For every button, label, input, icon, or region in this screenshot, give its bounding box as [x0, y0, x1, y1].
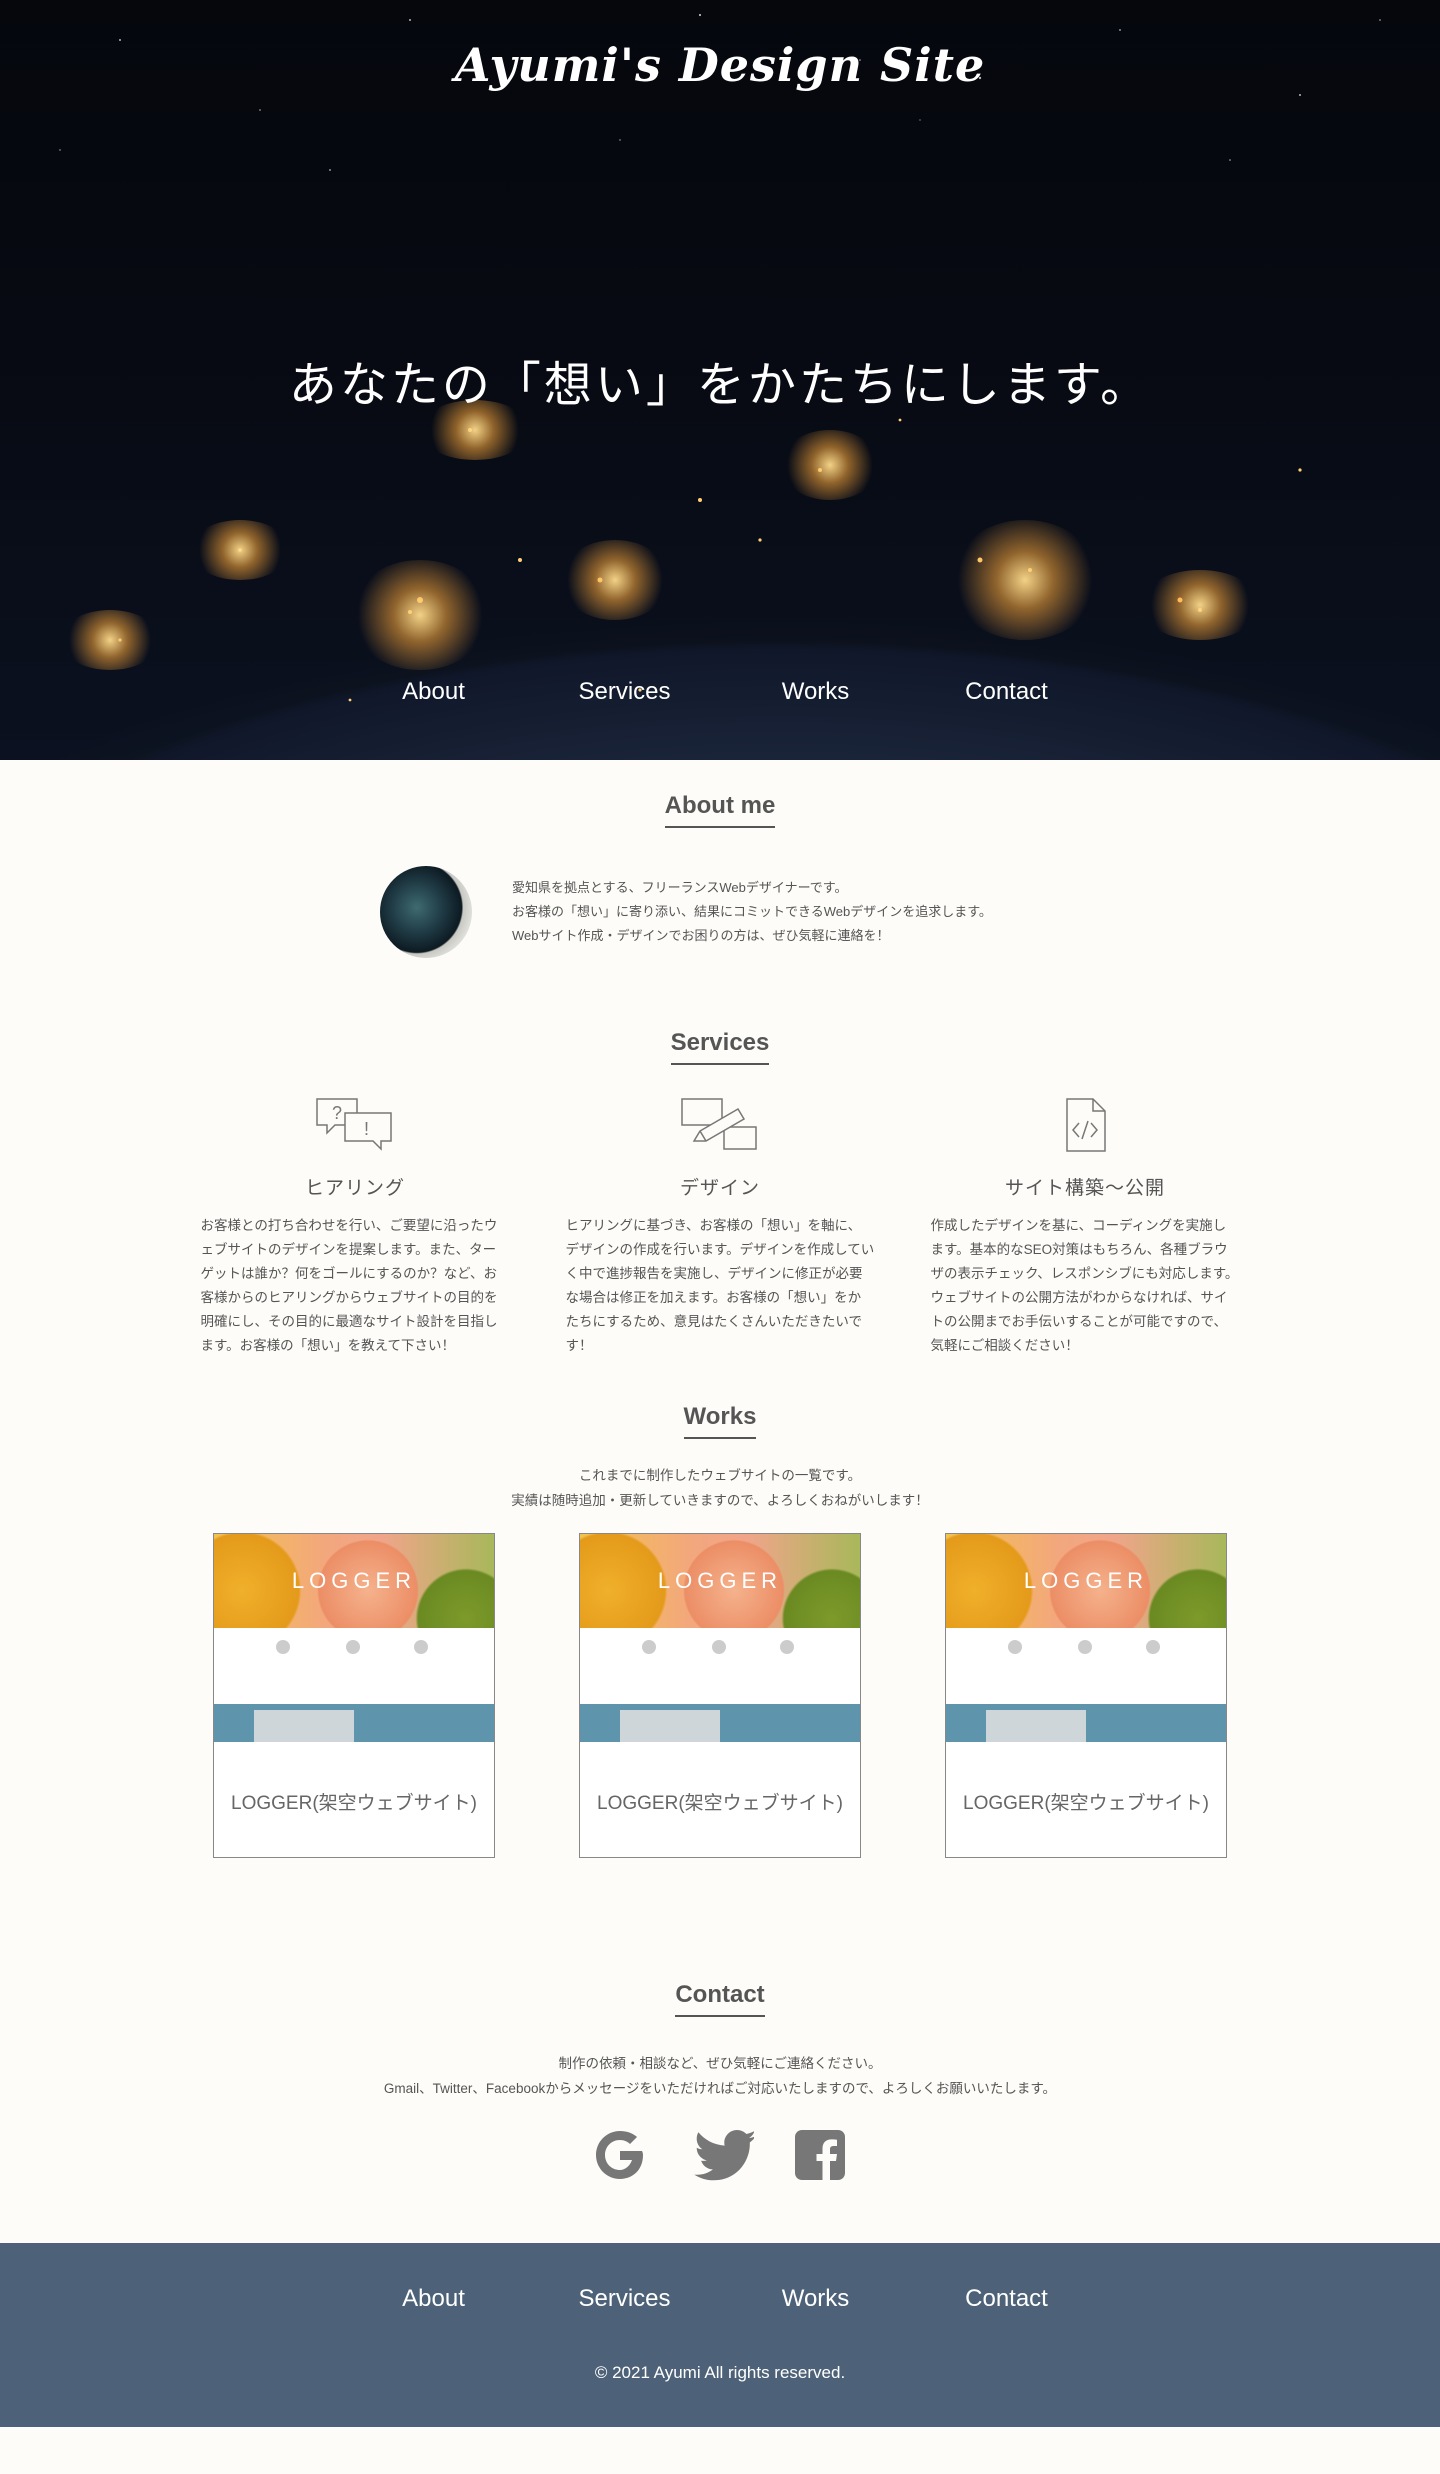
svg-text:?: ?	[332, 1103, 342, 1123]
contact-text: 制作の依頼・相談など、ぜひ気軽にご連絡ください。 Gmail、Twitter、F…	[0, 2051, 1440, 2101]
code-file-icon	[931, 1097, 1240, 1153]
about-line: お客様の「想い」に寄り添い、結果にコミットできるWebデザインを追求します。	[512, 904, 992, 919]
work-thumbnail[interactable]: LOGGER	[946, 1534, 1226, 1742]
service-title: デザイン	[679, 1178, 760, 1199]
work-thumbnail[interactable]: LOGGER	[580, 1534, 860, 1742]
about-body: 愛知県を拠点とする、フリーランスWebデザイナーです。 お客様の「想い」に寄り添…	[380, 866, 1080, 958]
footer: About Services Works Contact © 2021 Ayum…	[0, 2243, 1440, 2427]
footer-nav-services-link[interactable]: Services	[529, 2285, 720, 2313]
contact-section: Contact 制作の依頼・相談など、ぜひ気軽にご連絡ください。 Gmail、T…	[0, 1981, 1440, 2243]
twitter-icon[interactable]	[694, 2129, 756, 2181]
google-icon[interactable]	[594, 2129, 646, 2181]
about-text: 愛知県を拠点とする、フリーランスWebデザイナーです。 お客様の「想い」に寄り添…	[512, 876, 992, 948]
work-caption: LOGGER(架空ウェブサイト)	[963, 1793, 1209, 1814]
works-heading: Works	[0, 1403, 1440, 1439]
service-title: ヒアリング	[304, 1178, 405, 1199]
services-heading: Services	[0, 1029, 1440, 1065]
service-card: サイト構築〜公開 作成したデザインを基に、コーディングを実施します。基本的なSE…	[931, 1097, 1240, 1358]
work-card[interactable]: LOGGER LOGGER(架空ウェブサイト)	[213, 1533, 495, 1858]
service-grid: ? ! ヒアリング お客様との打ち合わせを行い、ご要望に沿ったウェブサイトのデザ…	[0, 1097, 1440, 1358]
works-intro-line: これまでに制作したウェブサイトの一覧です。	[578, 1468, 862, 1483]
service-card: デザイン ヒアリングに基づき、お客様の「想い」を軸に、デザインの作成を行います。…	[566, 1097, 875, 1358]
hero: Ayumi's Design Site あなたの「想い」をかたちにします。 Ab…	[0, 0, 1440, 760]
footer-nav-about-link[interactable]: About	[338, 2285, 529, 2313]
thumbnail-logo: LOGGER	[657, 1568, 783, 1593]
service-title: サイト構築〜公開	[1004, 1178, 1165, 1199]
nav-services-link[interactable]: Services	[529, 678, 720, 706]
about-heading: About me	[0, 792, 1440, 828]
service-text: 作成したデザインを基に、コーディングを実施します。基本的なSEO対策はもちろん、…	[930, 1218, 1239, 1353]
footer-nav-contact-link[interactable]: Contact	[911, 2285, 1102, 2313]
works-intro: これまでに制作したウェブサイトの一覧です。 実績は随時追加・更新していきますので…	[0, 1463, 1440, 1513]
copyright: © 2021 Ayumi All rights reserved.	[594, 2363, 846, 2382]
footer-nav-works-link[interactable]: Works	[720, 2285, 911, 2313]
work-caption: LOGGER(架空ウェブサイト)	[231, 1793, 477, 1814]
hero-tagline: あなたの「想い」をかたちにします。	[288, 357, 1152, 413]
social-links	[0, 2129, 1440, 2181]
service-card: ? ! ヒアリング お客様との打ち合わせを行い、ご要望に沿ったウェブサイトのデザ…	[201, 1097, 510, 1358]
pencil-design-icon	[566, 1097, 875, 1153]
hero-nav: About Services Works Contact	[0, 678, 1440, 706]
nav-works-link[interactable]: Works	[720, 678, 911, 706]
works-section: Works これまでに制作したウェブサイトの一覧です。 実績は随時追加・更新して…	[0, 1403, 1440, 1981]
about-line: Webサイト作成・デザインでお困りの方は、ぜひ気軽に連絡を！	[512, 928, 890, 943]
service-text: ヒアリングに基づき、お客様の「想い」を軸に、デザインの作成を行います。デザインを…	[565, 1218, 875, 1353]
nav-about-link[interactable]: About	[338, 678, 529, 706]
avatar	[380, 866, 472, 958]
nav-contact-link[interactable]: Contact	[911, 678, 1102, 706]
work-caption: LOGGER(架空ウェブサイト)	[597, 1793, 843, 1814]
service-text: お客様との打ち合わせを行い、ご要望に沿ったウェブサイトのデザインを提案します。ま…	[200, 1218, 498, 1353]
works-grid: LOGGER LOGGER(架空ウェブサイト) LOGGER LOGGER(架空…	[0, 1533, 1440, 1858]
svg-text:!: !	[364, 1119, 369, 1139]
footer-nav: About Services Works Contact	[0, 2285, 1440, 2313]
about-line: 愛知県を拠点とする、フリーランスWebデザイナーです。	[512, 880, 848, 895]
works-intro-line: 実績は随時追加・更新していきますので、よろしくおねがいします！	[511, 1493, 929, 1508]
thumbnail-logo: LOGGER	[291, 1568, 417, 1593]
facebook-icon[interactable]	[794, 2129, 846, 2181]
speech-bubbles-icon: ? !	[201, 1097, 510, 1153]
work-thumbnail[interactable]: LOGGER	[214, 1534, 494, 1742]
work-card[interactable]: LOGGER LOGGER(架空ウェブサイト)	[579, 1533, 861, 1858]
contact-line: Gmail、Twitter、Facebookからメッセージをいただければご対応い…	[383, 2081, 1057, 2096]
work-card[interactable]: LOGGER LOGGER(架空ウェブサイト)	[945, 1533, 1227, 1858]
services-section: Services ? ! ヒアリング お客様との打ち合わせを行い、ご要望に沿った…	[0, 985, 1440, 1403]
site-title[interactable]: Ayumi's Design Site	[0, 38, 1440, 92]
thumbnail-logo: LOGGER	[1023, 1568, 1149, 1593]
about-section: About me 愛知県を拠点とする、フリーランスWebデザイナーです。 お客様…	[0, 760, 1440, 985]
contact-line: 制作の依頼・相談など、ぜひ気軽にご連絡ください。	[558, 2056, 882, 2071]
contact-heading: Contact	[0, 1981, 1440, 2017]
